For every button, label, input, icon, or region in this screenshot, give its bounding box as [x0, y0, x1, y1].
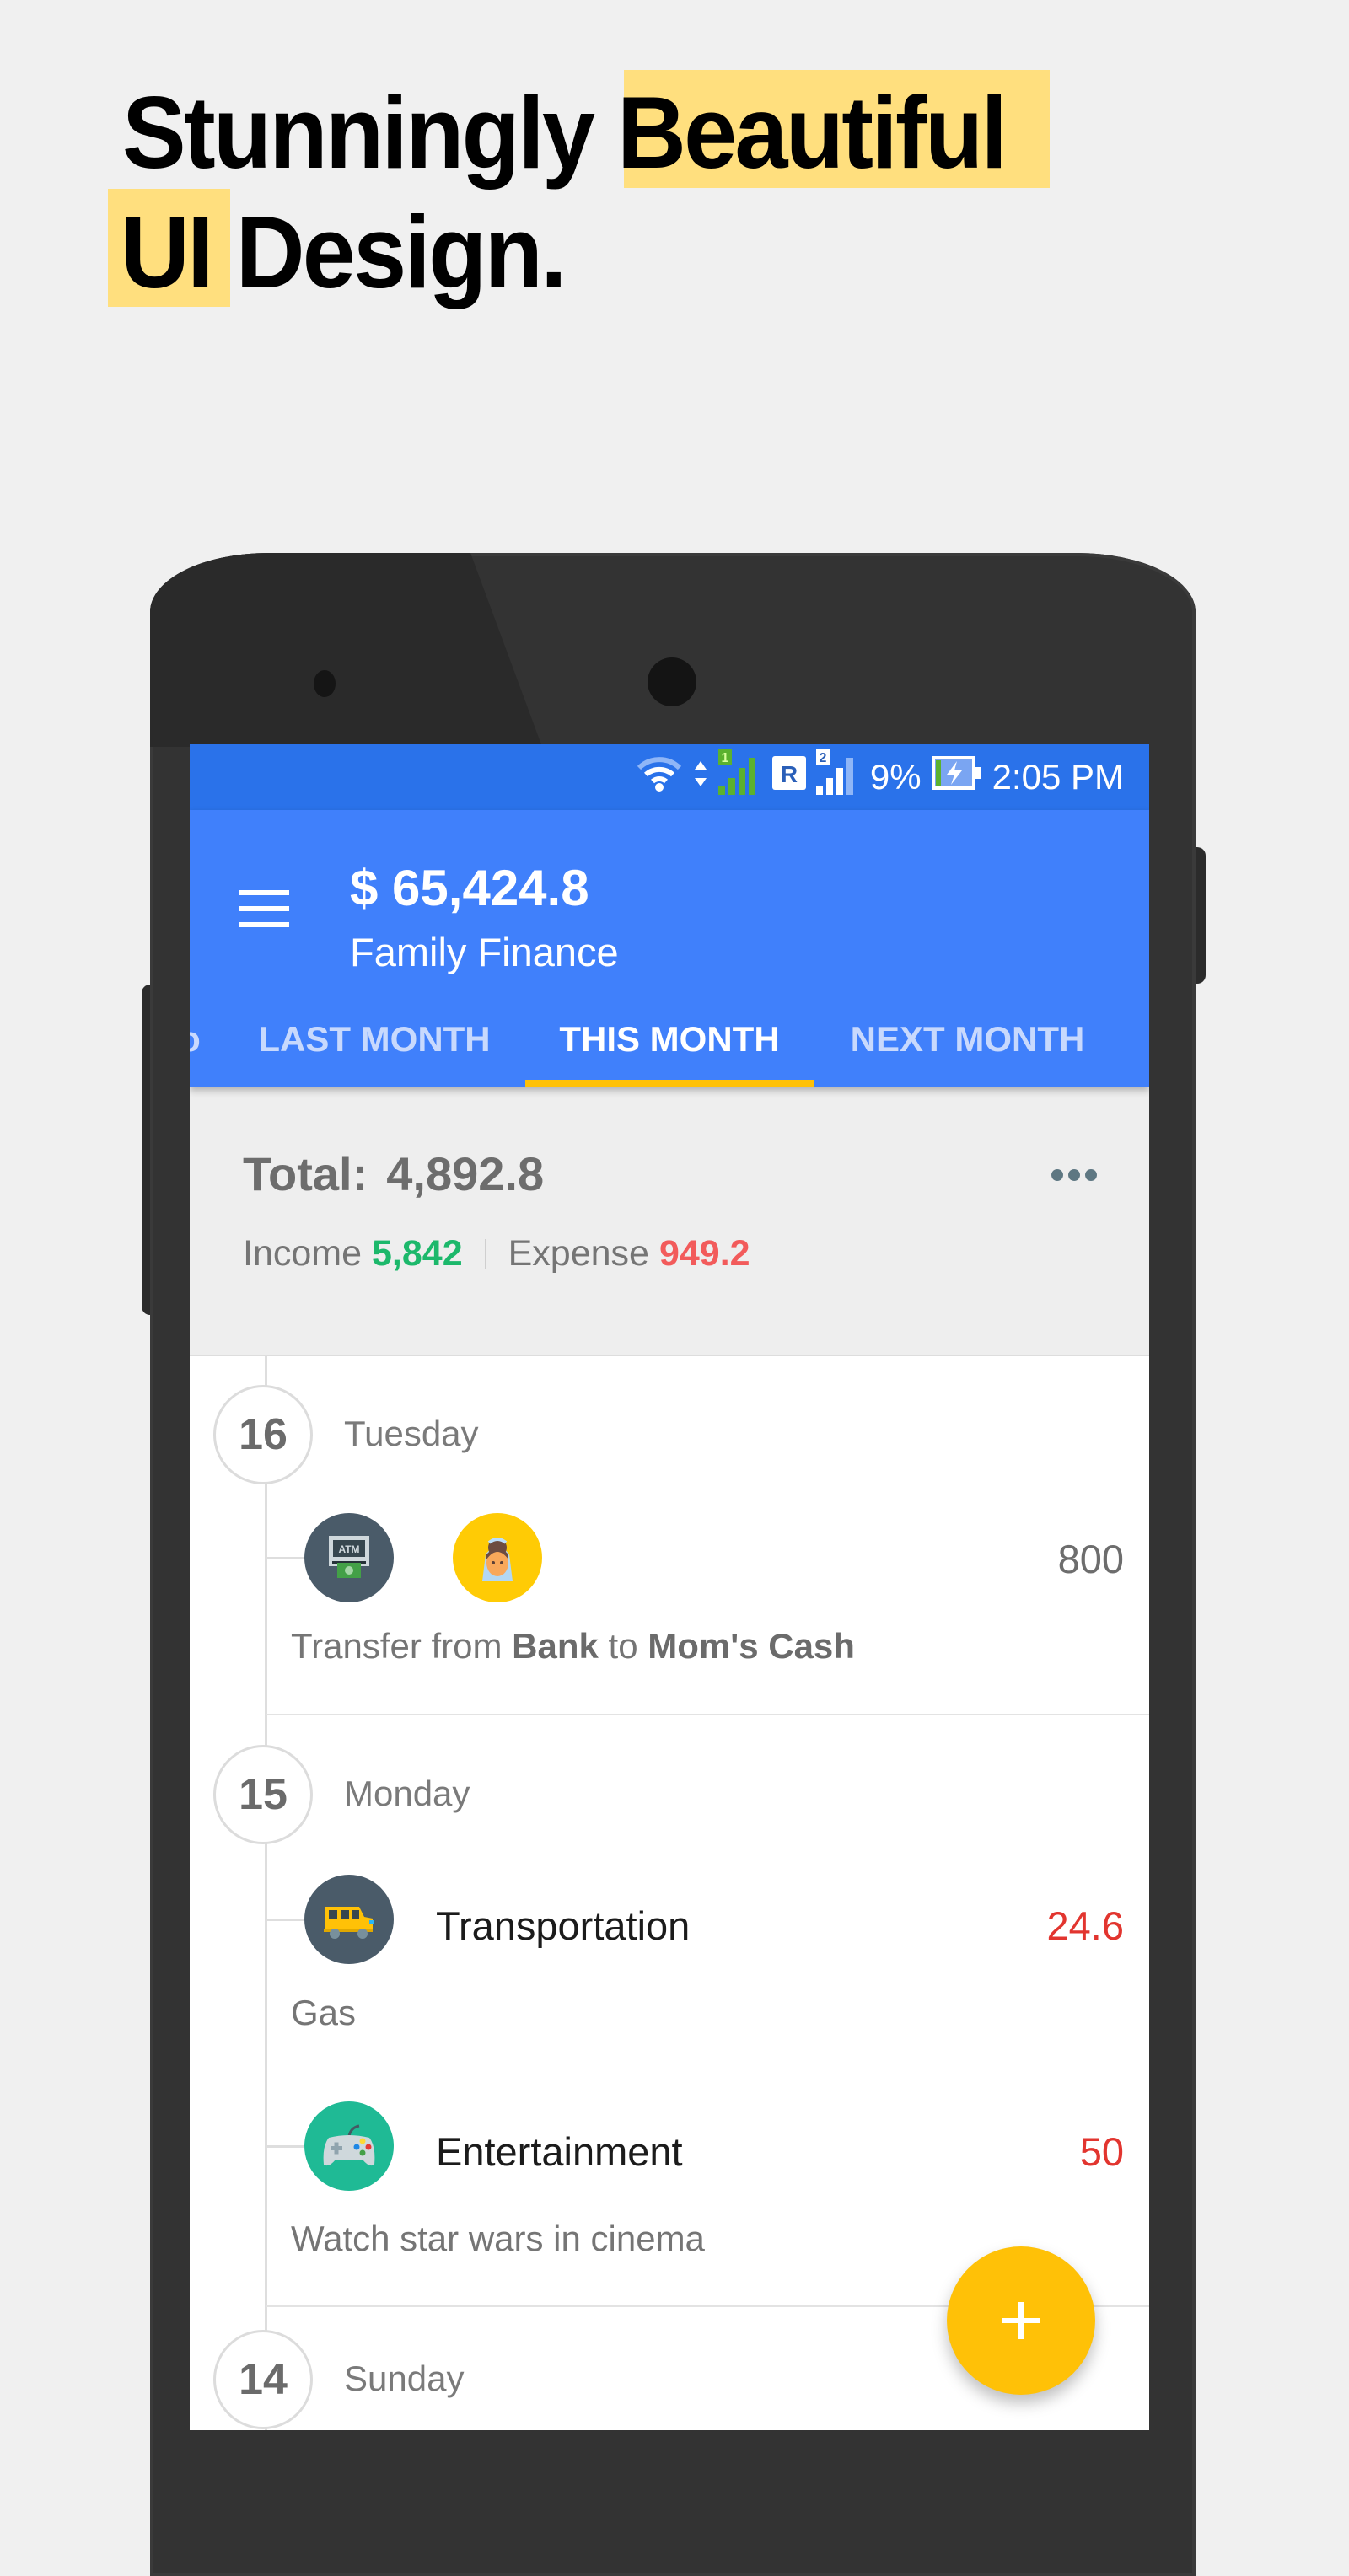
total-value: 4,892.8	[386, 1147, 545, 1200]
record-category: Entertainment	[436, 2129, 683, 2174]
headline-text: Stunningly	[122, 75, 617, 190]
more-horizontal-icon[interactable]	[1051, 1169, 1097, 1181]
day-badge: 14	[213, 2330, 313, 2429]
record-amount: 50	[1079, 2129, 1124, 2174]
day-weekday: Sunday	[344, 2359, 465, 2398]
separator	[484, 1238, 486, 1269]
add-record-button[interactable]	[947, 2246, 1095, 2395]
status-bar: 1 R 2 9% 2:05 PM	[190, 744, 1149, 810]
day-weekday: Monday	[344, 1774, 470, 1813]
account-balance: $ 65,424.8	[350, 860, 589, 916]
active-tab-indicator	[525, 1080, 814, 1087]
sensor-dot	[314, 670, 336, 697]
battery-charging-icon	[931, 756, 982, 798]
car-icon	[304, 1875, 394, 1964]
clock: 2:05 PM	[992, 757, 1124, 797]
income-expense-row: Income 5,842 Expense 949.2	[243, 1233, 750, 1275]
power-button	[1196, 847, 1206, 984]
tab-last-month[interactable]: LAST MONTH	[240, 991, 508, 1087]
total-label: Total:	[243, 1147, 368, 1200]
income-value: 5,842	[372, 1233, 463, 1274]
promo-headline: Stunningly Beautiful UI Design.	[0, 0, 1349, 337]
record-amount: 800	[1057, 1537, 1124, 1581]
headline-highlight-text: UI	[121, 195, 214, 309]
book-name[interactable]: Family Finance	[350, 929, 619, 975]
income-label: Income	[243, 1233, 363, 1274]
svg-text:ATM: ATM	[338, 1543, 359, 1555]
app-bar: $ 65,424.8 Family Finance o LAST MONTH T…	[190, 810, 1149, 1087]
day-badge: 15	[213, 1745, 313, 1844]
sim1-signal-icon: 1	[717, 749, 762, 805]
note-text: to	[608, 1626, 638, 1666]
transfer-to-account: Mom's Cash	[648, 1626, 855, 1666]
plus-icon	[1002, 2302, 1040, 2339]
record-note: Watch star wars in cinema	[291, 2219, 705, 2258]
phone-screen: 1 R 2 9% 2:05 PM $ 65,424.8 Family Finan…	[190, 744, 1149, 2430]
headline-line-1: Stunningly Beautiful	[122, 81, 1008, 184]
month-tabs: o LAST MONTH THIS MONTH NEXT MONTH	[190, 991, 1149, 1087]
hamburger-menu-icon[interactable]	[239, 890, 289, 927]
total-row: Total: 4,892.8	[243, 1146, 544, 1201]
sim2-signal-icon: 2	[815, 749, 860, 805]
record-category: Transportation	[436, 1903, 691, 1948]
record-note: Gas	[291, 1993, 357, 2032]
day-divider	[266, 1714, 1149, 1715]
tab-clipped-previous[interactable]: o	[190, 991, 201, 1087]
data-arrows-icon	[693, 754, 708, 800]
svg-text:2: 2	[819, 751, 826, 765]
expense-value: 949.2	[658, 1233, 750, 1274]
gamepad-icon	[304, 2101, 394, 2191]
roaming-icon: R	[771, 756, 806, 798]
headline-highlight-text: Beautiful	[616, 75, 1008, 190]
expense-label: Expense	[508, 1233, 649, 1274]
phone-reflection	[150, 553, 542, 747]
record-amount: 24.6	[1046, 1903, 1124, 1948]
timeline-line	[265, 1355, 267, 2430]
headline-line-2: UI Design.	[121, 201, 567, 303]
atm-icon: ATM	[304, 1513, 394, 1602]
day-badge: 16	[213, 1385, 313, 1484]
record-connector	[266, 2145, 304, 2148]
record-note: Transfer from Bank to Mom's Cash	[291, 1626, 855, 1666]
tab-next-month[interactable]: NEXT MONTH	[830, 991, 1104, 1087]
note-text: Transfer from	[291, 1626, 503, 1666]
day-weekday: Tuesday	[344, 1414, 479, 1453]
battery-percent: 9%	[869, 757, 922, 797]
wifi-icon	[636, 754, 683, 800]
svg-text:R: R	[781, 761, 798, 787]
front-camera	[648, 657, 696, 706]
headline-text: Design.	[211, 195, 567, 309]
month-summary: Total: 4,892.8 Income 5,842 Expense 949.2	[190, 1087, 1149, 1356]
bride-avatar-icon	[453, 1513, 542, 1602]
svg-text:1: 1	[721, 751, 728, 765]
tab-this-month[interactable]: THIS MONTH	[525, 991, 814, 1087]
transfer-from-account: Bank	[512, 1626, 599, 1666]
record-connector	[266, 1919, 304, 1921]
